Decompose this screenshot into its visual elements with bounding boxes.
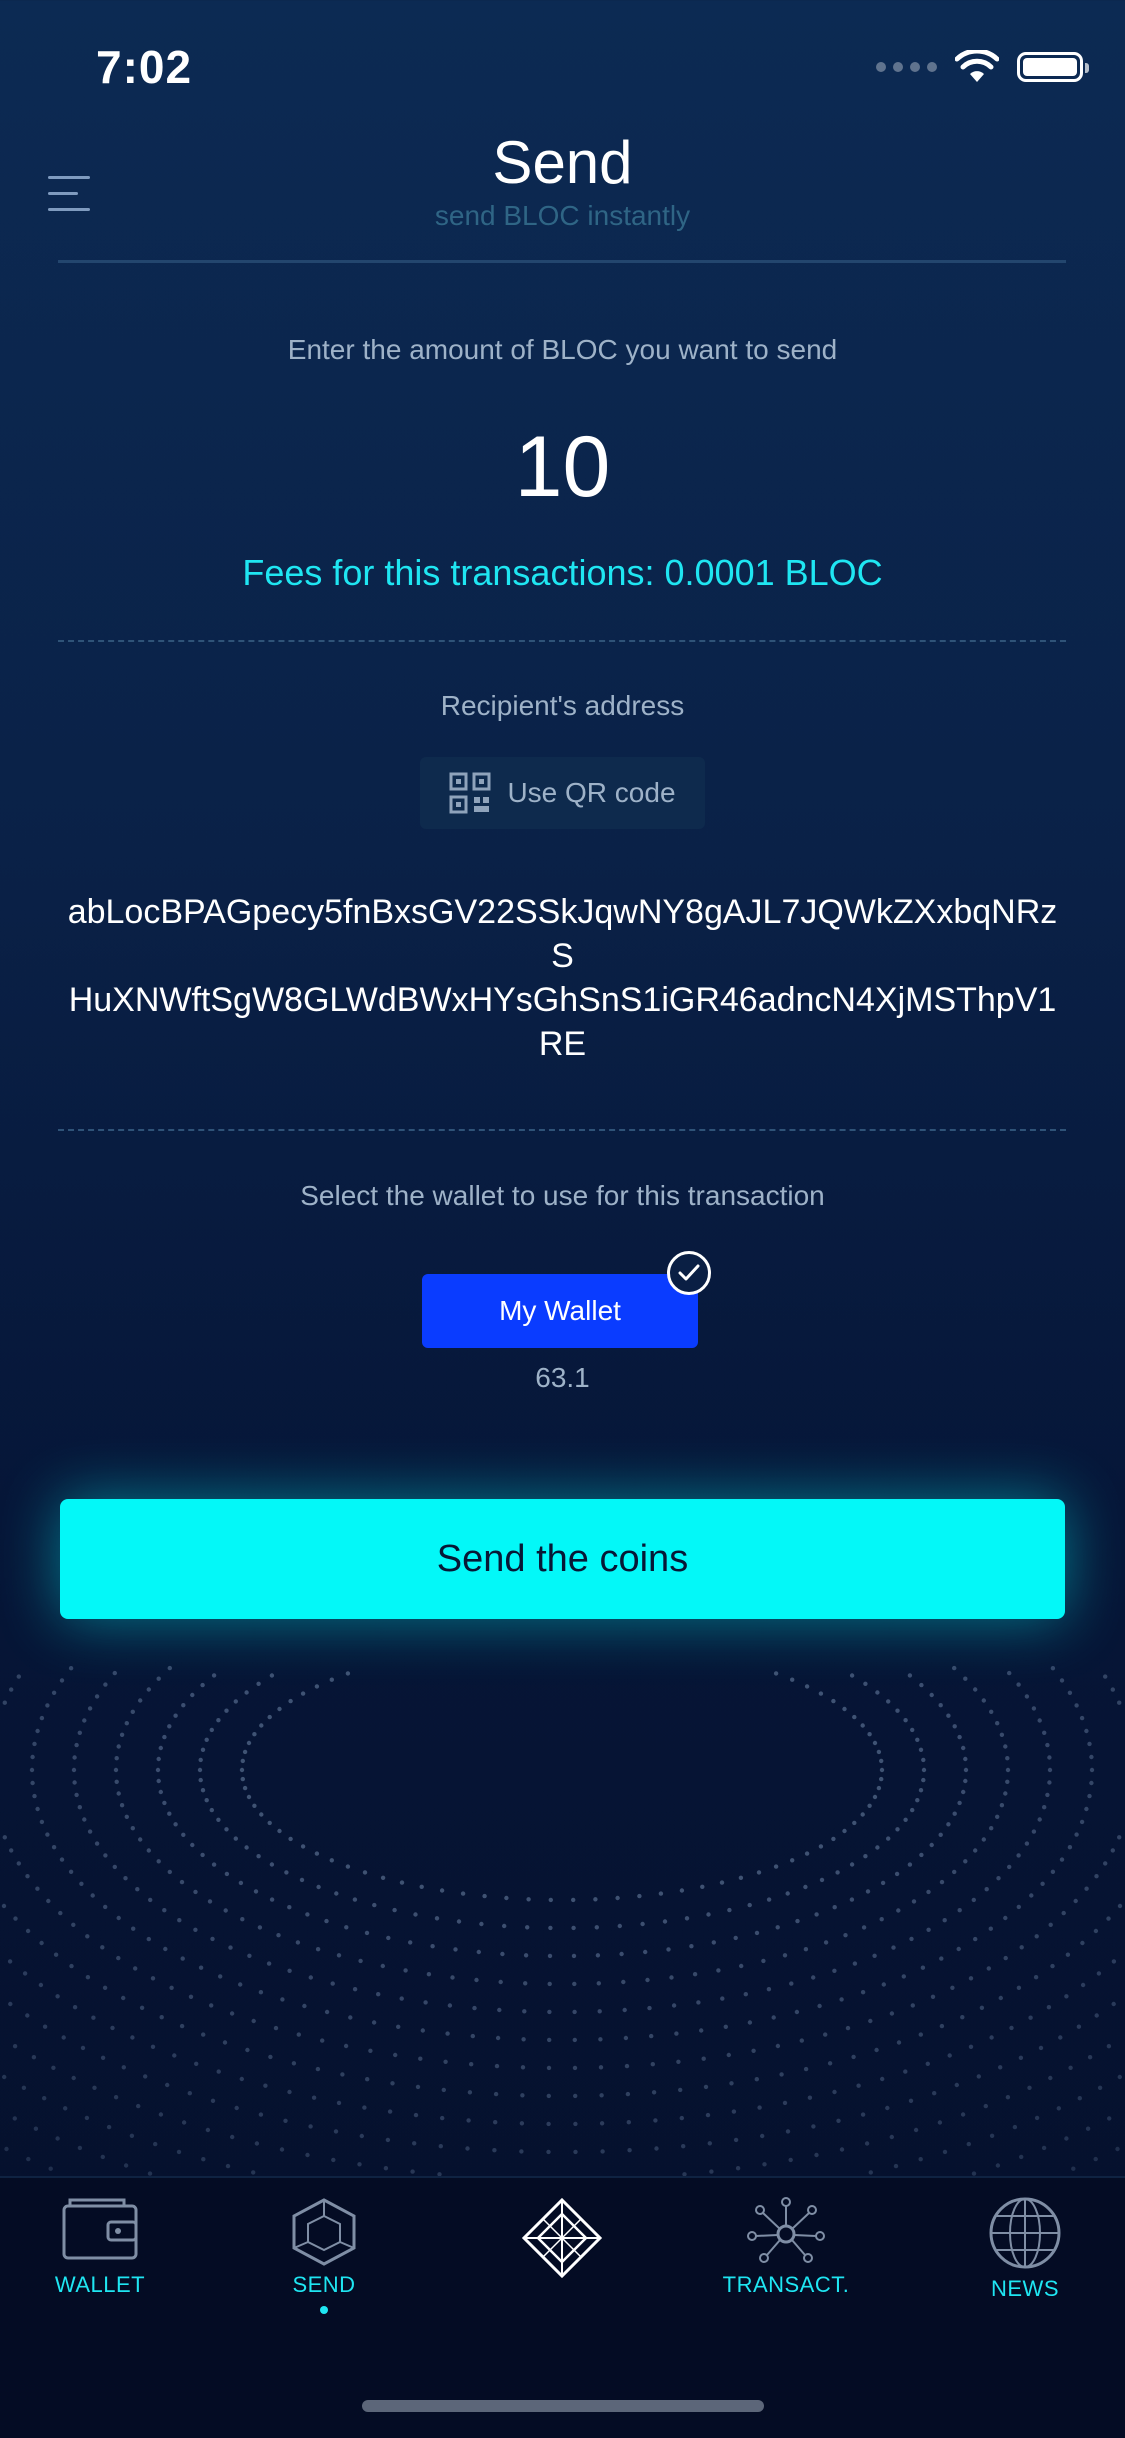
recipient-label: Recipient's address bbox=[440, 690, 685, 721]
nav-label: NEWS bbox=[991, 2276, 1059, 2301]
nav-item-news[interactable]: NEWS bbox=[925, 2196, 1125, 2302]
globe-icon bbox=[989, 2197, 1061, 2269]
active-indicator bbox=[320, 2306, 328, 2314]
address-line: abLocBPAGpecy5fnBxsGV22SSkJqwNY8gAJL7JQW… bbox=[67, 893, 1058, 975]
nav-item-transactions[interactable]: TRANSACT. bbox=[686, 2196, 886, 2298]
page-subtitle: send BLOC instantly bbox=[434, 200, 691, 231]
nav-label: TRANSACT. bbox=[722, 2272, 850, 2297]
qr-code-icon bbox=[449, 772, 491, 814]
wifi-icon bbox=[955, 50, 999, 82]
nav-item-send[interactable]: SEND bbox=[224, 2196, 424, 2314]
battery-icon bbox=[1017, 52, 1089, 82]
wallet-select-label: Select the wallet to use for this transa… bbox=[300, 1180, 825, 1211]
section-divider bbox=[58, 640, 1066, 642]
dotted-globe-graphic bbox=[1, 1665, 1123, 2177]
nav-label: SEND bbox=[292, 2272, 356, 2297]
status-time: 7:02 bbox=[96, 41, 193, 93]
send-cube-icon bbox=[292, 2198, 356, 2266]
wallet-option-my-wallet[interactable]: My Wallet bbox=[422, 1274, 698, 1348]
network-nodes-icon bbox=[747, 2197, 825, 2263]
header-divider bbox=[58, 260, 1066, 263]
status-icons bbox=[876, 50, 1089, 84]
amount-input[interactable]: 10 bbox=[0, 418, 1125, 517]
address-line: HuXNWftSgW8GLWdBWxHYsGhSnS1iGR46adncN4Xj… bbox=[68, 981, 1057, 1063]
page-title: Send bbox=[492, 129, 633, 196]
send-coins-button[interactable]: Send the coins bbox=[60, 1499, 1065, 1619]
recipient-address-field[interactable]: abLocBPAGpecy5fnBxsGV22SSkJqwNY8gAJL7JQW… bbox=[60, 890, 1065, 1066]
nav-item-wallet[interactable]: WALLET bbox=[0, 2196, 200, 2298]
nav-label: WALLET bbox=[54, 2272, 146, 2297]
bloc-logo-icon bbox=[521, 2197, 603, 2279]
amount-label: Enter the amount of BLOC you want to sen… bbox=[287, 334, 838, 365]
use-qr-code-button[interactable]: Use QR code bbox=[420, 757, 705, 829]
wallet-balance: 63.1 bbox=[535, 1362, 590, 1393]
use-qr-code-label: Use QR code bbox=[507, 777, 676, 808]
nav-item-home[interactable] bbox=[462, 2196, 662, 2280]
section-divider bbox=[58, 1129, 1066, 1131]
cellular-signal-icon bbox=[876, 62, 937, 72]
fees-text: Fees for this transactions: 0.0001 BLOC bbox=[242, 552, 883, 593]
wallet-icon bbox=[62, 2198, 138, 2260]
home-indicator[interactable] bbox=[362, 2400, 764, 2412]
check-icon bbox=[667, 1251, 711, 1295]
